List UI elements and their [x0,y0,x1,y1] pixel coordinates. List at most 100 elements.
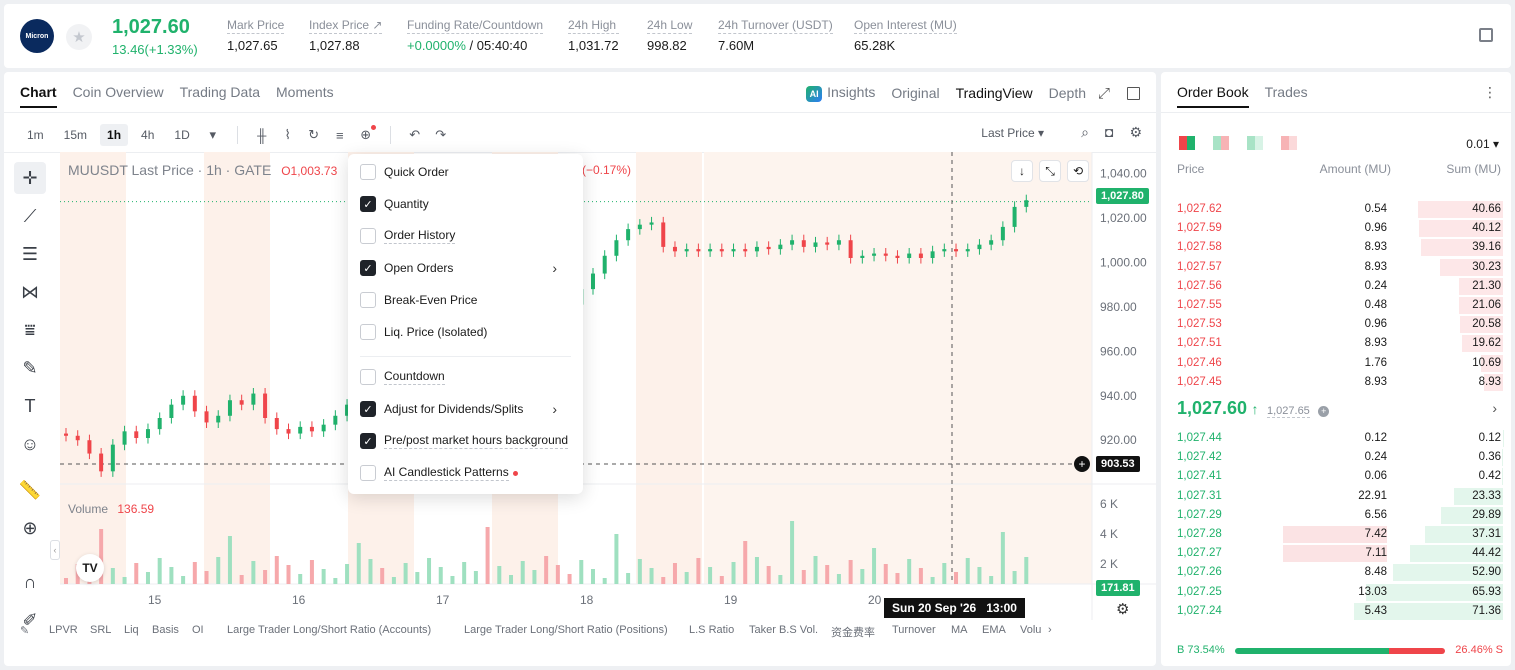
indicator-8[interactable]: Taker B.S Vol. [749,624,818,636]
indicator-4[interactable]: OI [192,624,204,636]
checkbox[interactable]: ✓ [360,260,376,276]
bid-row[interactable]: 1,027.29 6.56 29.89 [1161,506,1511,525]
indicator-9[interactable]: 资金费率 [831,624,875,640]
menu-item-quick-order[interactable]: Quick Order [360,164,571,180]
precision-select[interactable]: 0.01 ▾ [1466,137,1499,151]
view-both-icon[interactable] [1179,136,1195,150]
indicator-7[interactable]: L.S Ratio [689,624,734,636]
tab-depth[interactable]: Depth [1049,85,1086,101]
menu-item-ai-candlestick-patterns[interactable]: AI Candlestick Patterns [360,465,571,481]
candle-type-icon[interactable]: ╫ [252,125,272,145]
checkbox[interactable] [360,324,376,340]
bid-row[interactable]: 1,027.41 0.06 0.42 [1161,467,1511,486]
search-icon[interactable]: ⌕ [1081,124,1089,141]
menu-item-open-orders[interactable]: ✓ Open Orders › [360,260,571,276]
bid-row[interactable]: 1,027.26 8.48 52.90 [1161,563,1511,582]
ask-row[interactable]: 1,027.62 0.54 40.66 [1161,200,1511,219]
ask-row[interactable]: 1,027.46 1.76 10.69 [1161,354,1511,373]
indicator-10[interactable]: Turnover [892,624,936,636]
checkbox[interactable]: ✓ [360,433,376,449]
ask-row[interactable]: 1,027.51 8.93 19.62 [1161,334,1511,353]
menu-item-quantity[interactable]: ✓ Quantity [360,196,571,212]
timeframe-1d[interactable]: 1D [167,124,196,146]
menu-item-adjust-for-dividends-splits[interactable]: ✓ Adjust for Dividends/Splits › [360,401,571,417]
tab-tradingview[interactable]: TradingView [956,85,1033,101]
indicators-icon[interactable]: ⌇ [278,125,298,145]
checkbox[interactable] [360,465,376,481]
window-icon[interactable] [1127,87,1140,100]
chevron-right-icon[interactable]: › [1048,624,1052,636]
chevron-right-icon[interactable]: › [1492,400,1497,416]
document-icon[interactable] [1479,28,1493,42]
view-bids-icon[interactable] [1247,136,1263,150]
refresh-icon[interactable]: ↻ [304,125,324,145]
bid-row[interactable]: 1,027.28 7.42 37.31 [1161,525,1511,544]
bid-row[interactable]: 1,027.44 0.12 0.12 [1161,429,1511,448]
tab-insights[interactable]: AI Insights [806,84,875,102]
indicator-2[interactable]: Liq [124,624,139,636]
checkbox[interactable] [360,292,376,308]
view-asks-icon[interactable] [1281,136,1297,150]
add-alert-icon[interactable]: + [1074,456,1090,472]
bid-row[interactable]: 1,027.31 22.91 23.33 [1161,487,1511,506]
timeframe-1m[interactable]: 1m [20,124,51,146]
expand-icon[interactable]: ⤢ [1098,85,1110,102]
tab-chart[interactable]: Chart [20,84,57,108]
collapse-toolbar-icon[interactable]: ‹ [50,540,60,560]
checkbox[interactable] [360,369,376,385]
template-icon[interactable]: ≡ [330,125,350,145]
view-split-icon[interactable] [1213,136,1229,150]
checkbox[interactable] [360,228,376,244]
bid-row[interactable]: 1,027.25 13.03 65.93 [1161,583,1511,602]
timeframe-15m[interactable]: 15m [57,124,94,146]
ask-row[interactable]: 1,027.45 8.93 8.93 [1161,373,1511,392]
indicator-11[interactable]: MA [951,624,968,636]
stat-index-price[interactable]: Index Price ↗ 1,027.88 [309,18,383,53]
bid-row[interactable]: 1,027.27 7.11 44.42 [1161,544,1511,563]
price-type-select[interactable]: Last Price ▾ [981,126,1044,140]
indicator-3[interactable]: Basis [152,624,179,636]
tab-trades[interactable]: Trades [1265,84,1308,108]
reset-icon[interactable]: ⟲ [1067,160,1089,182]
more-icon[interactable]: ⋮ [1483,84,1497,101]
menu-item-countdown[interactable]: Countdown [360,369,571,385]
arrow-down-icon[interactable]: ↓ [1011,160,1033,182]
menu-item-order-history[interactable]: Order History [360,228,571,244]
menu-item-break-even-price[interactable]: Break-Even Price [360,292,571,308]
ask-row[interactable]: 1,027.58 8.93 39.16 [1161,238,1511,257]
edit-icon[interactable]: ✎ [20,624,29,637]
ask-row[interactable]: 1,027.53 0.96 20.58 [1161,315,1511,334]
indicator-12[interactable]: EMA [982,624,1006,636]
checkbox[interactable]: ✓ [360,196,376,212]
ask-row[interactable]: 1,027.57 8.93 30.23 [1161,258,1511,277]
indicator-13[interactable]: Volu [1020,624,1041,636]
chevron-down-icon[interactable]: ▾ [203,125,223,145]
ask-row[interactable]: 1,027.59 0.96 40.12 [1161,219,1511,238]
tab-original[interactable]: Original [891,85,939,101]
indicator-6[interactable]: Large Trader Long/Short Ratio (Positions… [464,624,668,636]
camera-icon[interactable]: ◘ [1105,124,1113,141]
indicator-0[interactable]: LPVR [49,624,78,636]
chart-settings-icon[interactable]: ⚙ [1116,600,1129,618]
undo-icon[interactable]: ↶ [405,125,425,145]
collapse-icon[interactable]: ⤡ [1039,160,1061,182]
tab-order-book[interactable]: Order Book [1177,84,1249,108]
bid-row[interactable]: 1,027.24 5.43 71.36 [1161,602,1511,621]
redo-icon[interactable]: ↷ [431,125,451,145]
tab-moments[interactable]: Moments [276,84,334,108]
bid-row[interactable]: 1,027.42 0.24 0.36 [1161,448,1511,467]
indicator-5[interactable]: Large Trader Long/Short Ratio (Accounts) [227,624,431,636]
favorite-star-icon[interactable]: ★ [66,24,92,50]
ask-row[interactable]: 1,027.55 0.48 21.06 [1161,296,1511,315]
ask-row[interactable]: 1,027.56 0.24 21.30 [1161,277,1511,296]
indicator-1[interactable]: SRL [90,624,111,636]
info-icon[interactable]: + [1318,406,1330,417]
menu-item-pre-post-market-hours-background[interactable]: ✓ Pre/post market hours background [360,433,571,449]
timeframe-1h[interactable]: 1h [100,124,129,146]
checkbox[interactable] [360,164,376,180]
timeframe-4h[interactable]: 4h [134,124,161,146]
gear-icon[interactable]: ⚙ [1129,124,1142,141]
menu-item-liq-price-isolated[interactable]: Liq. Price (Isolated) [360,324,571,340]
add-settings-icon[interactable]: ⊕ [356,125,376,145]
tab-coin-overview[interactable]: Coin Overview [73,84,164,108]
